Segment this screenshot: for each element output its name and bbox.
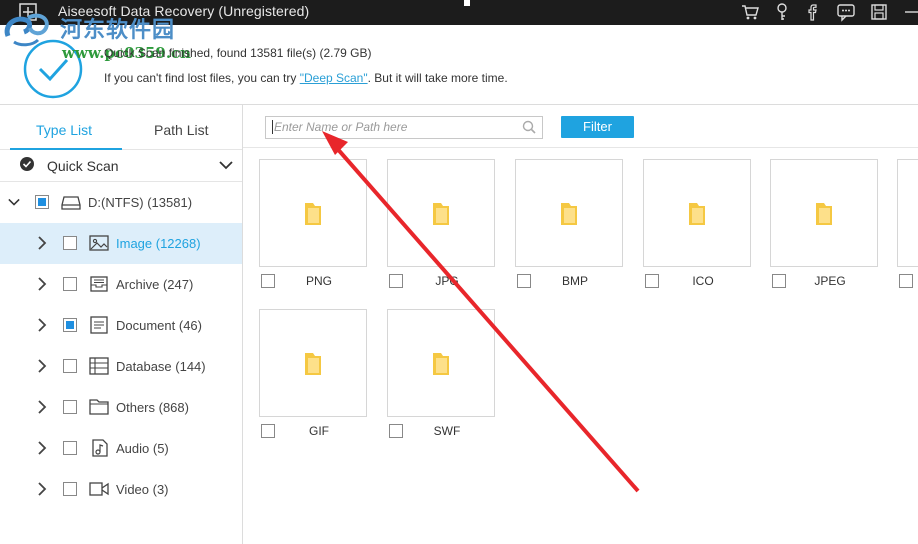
chevron-right-icon[interactable] — [36, 359, 48, 373]
sidebar-item-archive[interactable]: Archive (247) — [0, 264, 242, 305]
sidebar-item-database[interactable]: Database (144) — [0, 346, 242, 387]
folder-card-partial[interactable] — [897, 159, 918, 267]
folder-label-jpeg: JPEG — [814, 274, 846, 288]
folder-card-bmp[interactable] — [515, 159, 623, 267]
drive-label: D:(NTFS) (13581) — [88, 195, 193, 210]
chevron-right-icon[interactable] — [36, 277, 48, 291]
hint-prefix: If you can't find lost files, you can tr… — [104, 71, 300, 85]
hard-drive-icon — [61, 196, 81, 210]
audio-icon — [92, 439, 108, 457]
facebook-icon[interactable] — [803, 2, 823, 22]
watermark-logo-icon — [4, 13, 49, 47]
hint-suffix: . But it will take more time. — [367, 71, 508, 85]
scan-mode-dropdown[interactable]: Quick Scan — [0, 151, 242, 181]
chevron-right-icon[interactable] — [36, 318, 48, 332]
folder-icon — [689, 203, 705, 225]
chevron-down-icon[interactable] — [8, 195, 20, 209]
active-tab-indicator — [10, 148, 122, 150]
folder-label-bmp: BMP — [561, 274, 588, 288]
scan-mode-label: Quick Scan — [47, 158, 119, 174]
sidebar-item-audio[interactable]: Audio (5) — [0, 428, 242, 469]
feedback-icon[interactable] — [836, 2, 856, 22]
drive-checkbox[interactable] — [35, 195, 49, 209]
deep-scan-link[interactable]: "Deep Scan" — [300, 71, 368, 85]
image-checkbox[interactable] — [63, 236, 77, 250]
sidebar-item-others[interactable]: Others (868) — [0, 387, 242, 428]
folder-label-gif: GIF — [309, 424, 329, 438]
toolbar-divider — [243, 147, 918, 148]
folder-card-jpg[interactable] — [387, 159, 495, 267]
folder-icon — [561, 203, 577, 225]
tree-row-drive[interactable]: D:(NTFS) (13581) — [0, 182, 242, 223]
folder-icon — [433, 203, 449, 225]
folder-label-jpg: JPG — [435, 274, 459, 288]
others-checkbox[interactable] — [63, 400, 77, 414]
folder-icon — [305, 203, 321, 225]
folder-checkbox-partial[interactable] — [899, 274, 913, 288]
folder-checkbox-bmp[interactable] — [517, 274, 531, 288]
sidebar-item-image[interactable]: Image (12268) — [0, 223, 242, 264]
window-marker — [464, 0, 470, 6]
document-icon — [90, 316, 108, 334]
cart-icon[interactable] — [740, 2, 760, 22]
watermark-site-name: 河东软件园 — [60, 18, 176, 43]
video-icon — [89, 482, 109, 496]
sidebar-item-label: Document (46) — [116, 318, 202, 333]
chevron-right-icon[interactable] — [36, 441, 48, 455]
sidebar-item-label: Video (3) — [116, 482, 169, 497]
folder-icon — [433, 353, 449, 375]
archive-checkbox[interactable] — [63, 277, 77, 291]
sidebar: Type List Path List Quick Scan D:(NTFS) … — [0, 105, 243, 544]
sidebar-item-label: Others (868) — [116, 400, 189, 415]
folder-card-jpeg[interactable] — [770, 159, 878, 267]
folder-card-gif[interactable] — [259, 309, 367, 417]
key-icon[interactable] — [772, 2, 792, 22]
sidebar-item-label: Archive (247) — [116, 277, 194, 292]
document-checkbox[interactable] — [63, 318, 77, 332]
tab-path-list[interactable]: Path List — [154, 122, 208, 138]
chevron-right-icon[interactable] — [36, 482, 48, 496]
sidebar-item-label: Database (144) — [116, 359, 206, 374]
check-circle-icon — [20, 157, 34, 171]
database-checkbox[interactable] — [63, 359, 77, 373]
folder-checkbox-swf[interactable] — [389, 424, 403, 438]
search-box[interactable] — [265, 116, 543, 139]
search-input[interactable] — [274, 118, 514, 136]
save-icon[interactable] — [869, 2, 889, 22]
chevron-down-icon[interactable] — [218, 159, 234, 171]
sidebar-item-video[interactable]: Video (3) — [0, 469, 242, 510]
folder-card-png[interactable] — [259, 159, 367, 267]
folder-checkbox-jpg[interactable] — [389, 274, 403, 288]
search-icon[interactable] — [522, 120, 536, 134]
minimize-icon[interactable] — [902, 2, 918, 22]
deep-scan-hint: If you can't find lost files, you can tr… — [104, 71, 508, 85]
sidebar-item-document[interactable]: Document (46) — [0, 305, 242, 346]
database-icon — [89, 357, 109, 375]
folder-icon — [305, 353, 321, 375]
folder-label-png: PNG — [305, 274, 332, 288]
audio-checkbox[interactable] — [63, 441, 77, 455]
image-icon — [89, 235, 109, 251]
folder-card-swf[interactable] — [387, 309, 495, 417]
text-caret — [272, 120, 273, 134]
folder-checkbox-ico[interactable] — [645, 274, 659, 288]
folder-checkbox-jpeg[interactable] — [772, 274, 786, 288]
filter-button[interactable]: Filter — [561, 116, 634, 138]
folder-label-ico: ICO — [692, 274, 714, 288]
video-checkbox[interactable] — [63, 482, 77, 496]
folder-label-swf: SWF — [433, 424, 461, 438]
chevron-right-icon[interactable] — [36, 400, 48, 414]
folder-checkbox-png[interactable] — [261, 274, 275, 288]
tab-type-list[interactable]: Type List — [36, 122, 92, 138]
folder-checkbox-gif[interactable] — [261, 424, 275, 438]
sidebar-item-label: Audio (5) — [116, 441, 169, 456]
folder-card-ico[interactable] — [643, 159, 751, 267]
chevron-right-icon[interactable] — [36, 236, 48, 250]
sidebar-item-label: Image (12268) — [116, 236, 201, 251]
scan-summary: Quick Scan finished, found 13581 file(s)… — [104, 46, 372, 60]
folder-icon — [89, 399, 109, 415]
folder-icon — [816, 203, 832, 225]
archive-icon — [90, 276, 108, 292]
